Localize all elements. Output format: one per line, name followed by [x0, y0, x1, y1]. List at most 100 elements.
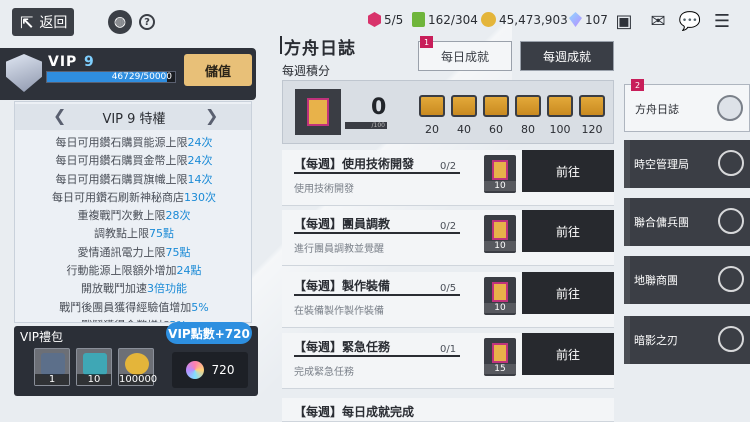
privilege-value: 24次 [187, 154, 213, 168]
gift-item-qty: 100000 [119, 374, 158, 385]
privilege-value: 5% [191, 300, 209, 314]
task-description: 使用技術開發 [294, 184, 354, 195]
sidebar-item-stripe [624, 140, 630, 188]
sidebar-item-label: 聯合傭兵團 [634, 216, 689, 229]
mail-icon[interactable]: ✉ [646, 10, 670, 32]
privilege-text: 調教點上限 [94, 227, 149, 241]
task-description: 在裝備製作製作裝備 [294, 306, 384, 317]
reward-chest-icon[interactable] [451, 95, 477, 117]
tab-weekly[interactable]: 每週成就 [520, 41, 614, 71]
store-button[interactable]: 儲值 [184, 54, 252, 86]
back-button[interactable]: ⇱ 返回 [12, 8, 74, 36]
gift-item-qty: 10 [77, 374, 111, 385]
task-progress: 0/2 [440, 221, 457, 232]
task-progress-line [294, 172, 460, 174]
privilege-row: 每日可用鑽石刷新神秘商店130次 [15, 189, 251, 207]
gift-item[interactable]: 100000 [118, 348, 158, 386]
privilege-row: 調教點上限75點 [15, 225, 251, 243]
task-name: 【每週】緊急任務 [294, 340, 391, 354]
reward-qty: 15 [484, 364, 516, 374]
reward-chest-icon[interactable] [579, 95, 605, 117]
reward-chest-icon[interactable] [483, 95, 509, 117]
sidebar-item[interactable]: 地聯商團 [624, 256, 750, 304]
task-reward[interactable]: 15 [484, 338, 516, 376]
go-button[interactable]: 前往 [522, 272, 614, 314]
privilege-text: 每日可用鑽石購買金幣上限 [55, 154, 188, 168]
privilege-row: 每日可用鑽石購買旗幟上限14次 [15, 171, 251, 189]
vip-card: VIP 9 46729/50000 儲值 [0, 48, 256, 100]
privilege-row: 愛情通訊電力上限75點 [15, 244, 251, 262]
vip-privileges-panel[interactable]: VIP 9 特權 ❮ ❯ 每日可用鑽石購買能源上限24次 每日可用鑽石購買金幣上限… [14, 101, 252, 323]
help-icon[interactable]: ? [139, 14, 155, 30]
task-reward[interactable]: 10 [484, 155, 516, 193]
log-book-icon [492, 220, 508, 240]
battery-resource[interactable]: 162/304 [412, 12, 478, 27]
privileges-list: 每日可用鑽石購買能源上限24次每日可用鑽石購買金幣上限24次每日可用鑽石購買旗幟… [15, 134, 251, 322]
privilege-value: 3倍功能 [147, 282, 187, 296]
go-button[interactable]: 前往 [522, 150, 614, 192]
task-name: 【每週】製作裝備 [294, 279, 391, 293]
log-book-icon [492, 343, 508, 363]
go-button[interactable]: 前往 [522, 210, 614, 252]
task-reward[interactable]: 10 [484, 277, 516, 315]
weekly-points-label: 每週積分 [282, 64, 331, 78]
settings-sliders-icon[interactable]: ☰ [710, 10, 734, 32]
reward-chest-icon[interactable] [419, 95, 445, 117]
sidebar-item[interactable]: 方舟日誌 2 [624, 79, 750, 132]
milestone-label: 100 [549, 123, 571, 136]
log-book-icon [492, 160, 508, 180]
ticket-value: 5/5 [384, 12, 404, 27]
task-row: 【每週】緊急任務 0/1 完成緊急任務 15 前往 [282, 333, 614, 389]
top-bar: ⇱ 返回 ◍ ? 5/5 162/304 45,473,903 107 ▣ ✉ … [0, 0, 750, 44]
sidebar-item-stripe [624, 316, 630, 364]
reward-qty: 10 [484, 303, 516, 313]
privilege-value: 14次 [187, 172, 213, 186]
privilege-text: 每日可用鑽石購買能源上限 [55, 136, 188, 149]
reward-chest-icon[interactable] [547, 95, 573, 117]
faction-emblem-icon [718, 326, 744, 352]
gift-item-art [41, 353, 65, 375]
back-label: 返回 [39, 15, 68, 31]
task-name: 【每週】每日成就完成 [294, 405, 415, 419]
task-row: 【每週】製作裝備 0/5 在裝備製作製作裝備 10 前往 [282, 272, 614, 328]
gift-item[interactable]: 1 [34, 348, 70, 386]
privilege-value: 130次 [184, 190, 216, 204]
chevron-left-icon[interactable]: ❮ [53, 106, 66, 125]
vip-level: 9 [84, 54, 94, 70]
task-progress-line [294, 294, 460, 296]
sidebar-item-label: 地聯商團 [634, 274, 678, 287]
sidebar-item-stripe [625, 85, 631, 131]
sidebar-item-stripe [624, 198, 630, 246]
privilege-row: 行動能源上限額外增加24點 [15, 262, 251, 280]
vip-label: VIP [48, 54, 78, 70]
coin-resource[interactable]: 45,473,903 [481, 12, 568, 27]
log-book-icon [295, 89, 341, 135]
inventory-icon[interactable]: ▣ [612, 10, 636, 32]
ticket-resource[interactable]: 5/5 [368, 12, 403, 27]
milestone-label: 40 [457, 123, 471, 136]
task-description: 進行團員調教並覺醒 [294, 244, 384, 255]
vip-points-box[interactable]: 720 [172, 352, 248, 388]
faction-emblem-icon [718, 266, 744, 292]
chevron-right-icon[interactable]: ❯ [205, 106, 218, 125]
sidebar-item-label: 方舟日誌 [635, 103, 679, 116]
gift-item-art [125, 353, 149, 375]
privilege-value: 24點 [176, 264, 202, 278]
gift-item[interactable]: 10 [76, 348, 112, 386]
privilege-row: 每日可用鑽石購買能源上限24次 [15, 134, 251, 152]
globe-icon[interactable]: ◍ [108, 10, 132, 34]
task-progress: 0/2 [440, 161, 457, 172]
sidebar-item[interactable]: 暗影之刃 [624, 316, 750, 364]
go-button[interactable]: 前往 [522, 333, 614, 375]
privilege-row: 開放戰鬥加速3倍功能 [15, 280, 251, 298]
reward-qty: 10 [484, 181, 516, 191]
sidebar-item[interactable]: 聯合傭兵團 [624, 198, 750, 246]
task-row: 【每週】團員調教 0/2 進行團員調教並覺醒 10 前往 [282, 210, 614, 266]
crystal-icon [569, 12, 582, 27]
sidebar-item[interactable]: 時空管理局 [624, 140, 750, 188]
tab-daily-label: 每日成就 [440, 49, 489, 64]
reward-chest-icon[interactable] [515, 95, 541, 117]
crystal-resource[interactable]: 107 [569, 12, 608, 27]
task-reward[interactable]: 10 [484, 215, 516, 253]
chat-icon[interactable]: 💬 [678, 10, 702, 32]
